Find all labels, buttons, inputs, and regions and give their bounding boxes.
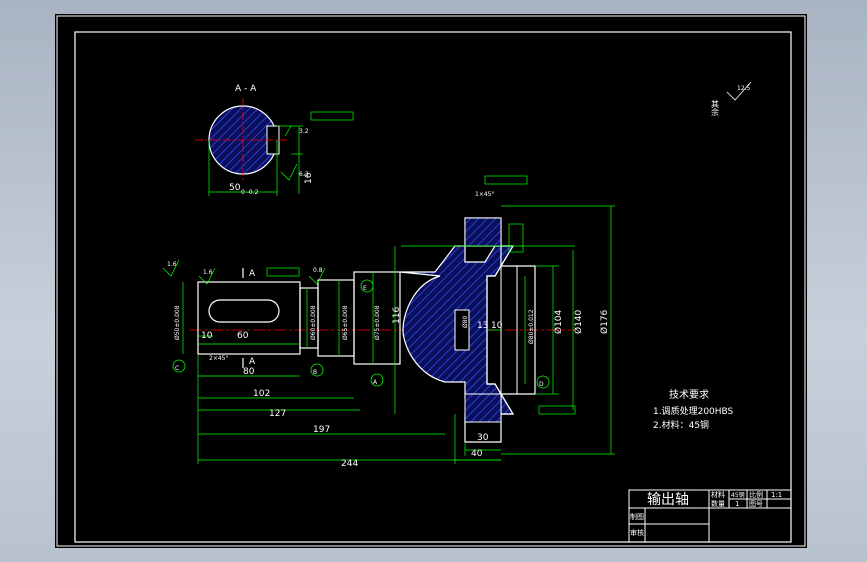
- dim-d176: Ø176: [599, 309, 610, 334]
- cad-drawing: A - A 50 0 -0.2 16 3.2 6.3 Ø50±0.008 Ø60…: [56, 15, 806, 547]
- len-40: 40: [471, 449, 483, 459]
- dim-d65: Ø65±0.008: [342, 305, 349, 340]
- drawn-label: 制图: [630, 512, 644, 521]
- dim-d60: Ø60±0.008: [310, 305, 317, 340]
- len-13: 13: [477, 321, 488, 331]
- section-a-a: A - A 50 0 -0.2 16 3.2 6.3: [195, 84, 354, 196]
- keyway: [208, 299, 280, 323]
- dim-d80-face: Ø80±0.012: [528, 309, 535, 344]
- roughness-16: 1.6: [203, 269, 213, 276]
- notes-line2: 2.材料：45钢: [653, 419, 709, 431]
- checked-label: 审核: [630, 528, 644, 537]
- len-10: 10: [201, 331, 213, 341]
- dim-d50: Ø50±0.008: [174, 305, 181, 340]
- section-width-tol: 0 -0.2: [241, 189, 259, 196]
- len-10b: 10: [491, 321, 503, 331]
- scale-label: 比例: [749, 490, 763, 499]
- roughness-08: 0.8: [313, 267, 323, 274]
- dim-d80-bore: Ø80: [462, 315, 469, 328]
- dim-d75: Ø75±0.008: [374, 305, 381, 340]
- dim-116: 116: [392, 307, 402, 324]
- segment-d50: [197, 281, 301, 355]
- num-label: 图号: [749, 500, 763, 508]
- datum-b: B: [313, 369, 317, 376]
- datum-markers: C B A D E: [172, 279, 550, 389]
- tol-frame-3: [538, 405, 576, 415]
- roughness-other-label: 其余: [711, 100, 720, 117]
- roughness-32: 3.2: [299, 128, 309, 135]
- tol-frame-1: [266, 267, 300, 277]
- len-197: 197: [313, 425, 330, 435]
- len-80: 80: [243, 367, 255, 377]
- datum-a: A: [373, 379, 378, 386]
- view-label-a-top: A: [249, 269, 256, 279]
- roughness-other-value: 12.5: [737, 85, 751, 92]
- part-name: 输出轴: [647, 492, 689, 508]
- material-label: 材料: [711, 490, 725, 499]
- len-127: 127: [269, 409, 286, 419]
- len-102: 102: [253, 389, 270, 399]
- section-label: A - A: [235, 84, 257, 94]
- drawing-sheet: A - A 50 0 -0.2 16 3.2 6.3 Ø50±0.008 Ø60…: [55, 14, 807, 548]
- tolerance-frame-sym: [310, 111, 354, 121]
- roughness-other: 其余 12.5: [711, 81, 752, 117]
- roughness-16-left: 1.6: [167, 261, 177, 268]
- dim-d104: Ø104: [553, 309, 564, 334]
- technical-notes: 技术要求 1.调质处理200HBS 2.材料：45钢: [653, 388, 734, 431]
- section-width-dim: 50: [229, 183, 241, 193]
- notes-line1: 1.调质处理200HBS: [653, 405, 734, 417]
- chamfer-2: 2×45°: [209, 355, 228, 362]
- datum-e: E: [363, 285, 367, 292]
- tol-frame-2: [484, 175, 528, 185]
- main-view: Ø50±0.008 Ø60±0.008 Ø65±0.008 Ø75±0.008 …: [162, 175, 615, 469]
- roughness-63: 6.3: [299, 171, 309, 178]
- datum-c: C: [175, 365, 179, 372]
- datum-d: D: [539, 381, 544, 388]
- view-label-a-bottom: A: [249, 357, 256, 367]
- len-30: 30: [477, 433, 489, 443]
- qty-value: 1: [735, 500, 739, 508]
- chamfer-1: 1×45°: [475, 191, 494, 198]
- scale-value: 1:1: [771, 491, 782, 499]
- qty-label: 数量: [711, 499, 725, 508]
- notes-heading: 技术要求: [669, 388, 709, 401]
- dim-d140: Ø140: [573, 309, 584, 334]
- len-60: 60: [237, 331, 249, 341]
- material-value: 45钢: [731, 491, 745, 499]
- len-244: 244: [341, 459, 358, 469]
